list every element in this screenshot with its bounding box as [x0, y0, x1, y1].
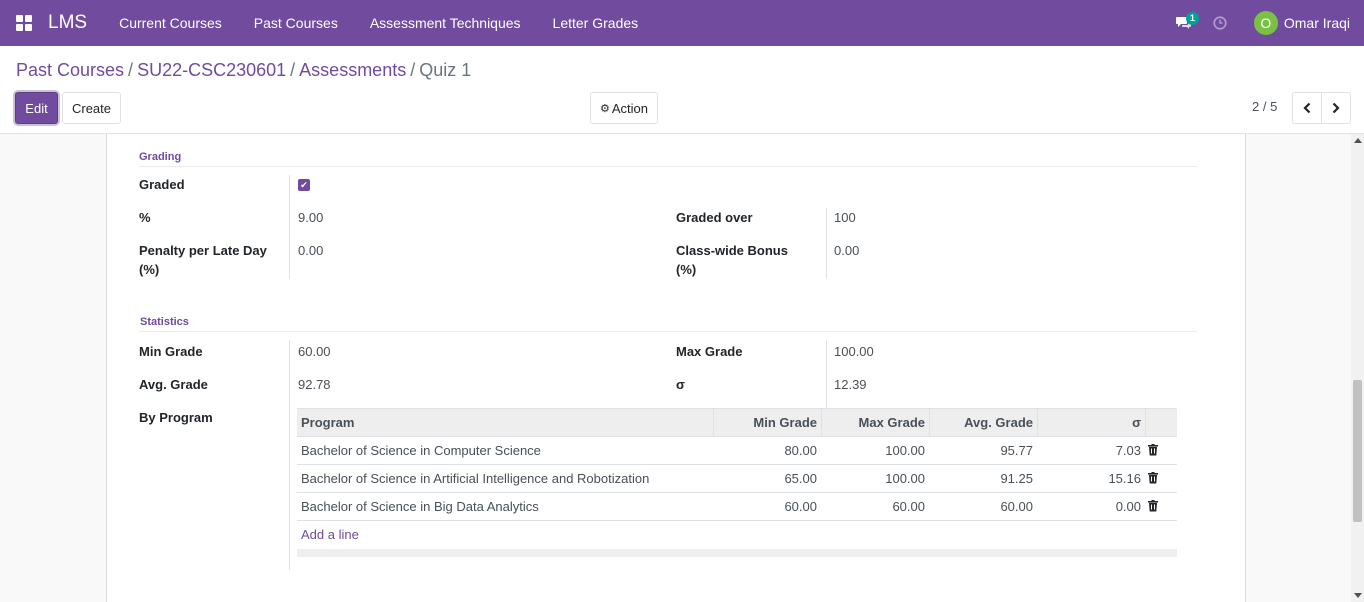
sigma-value: 12.39: [834, 377, 867, 392]
min-grade-cell: 80.00: [784, 443, 817, 458]
breadcrumb: Past Courses / SU22-CSC230601 / Assessme…: [16, 60, 471, 81]
field-divider: [289, 340, 290, 570]
pager-previous-button[interactable]: [1292, 92, 1322, 124]
activity-button[interactable]: [1202, 0, 1238, 46]
clock-icon: [1213, 16, 1227, 30]
by-program-label: By Program: [139, 410, 213, 425]
breadcrumb-assessments[interactable]: Assessments: [299, 60, 406, 81]
gear-icon: ⚙: [599, 102, 610, 115]
min-grade-value: 60.00: [298, 344, 331, 359]
menu-current-courses[interactable]: Current Courses: [103, 0, 238, 46]
min-grade-cell: 65.00: [784, 471, 817, 486]
create-button[interactable]: Create: [62, 92, 121, 124]
program-cell: Bachelor of Science in Artificial Intell…: [301, 471, 650, 486]
group-divider: [139, 166, 1197, 167]
breadcrumb-separator: /: [290, 60, 296, 80]
apps-menu-icon[interactable]: [0, 0, 48, 46]
max-grade-cell: 100.00: [885, 471, 925, 486]
max-grade-value: 100.00: [834, 344, 874, 359]
sigma-cell: 7.03: [1115, 443, 1141, 458]
scrollbar[interactable]: [1351, 134, 1364, 602]
avg-grade-cell: 95.77: [1000, 443, 1033, 458]
bonus-label: Class-wide Bonus (%): [676, 243, 788, 277]
graded-over-value[interactable]: 100: [834, 208, 856, 227]
graded-over-label: Graded over: [676, 210, 753, 225]
pager-next-button[interactable]: [1321, 92, 1351, 124]
percent-value[interactable]: 9.00: [298, 208, 323, 227]
chevron-left-icon: [1303, 102, 1311, 114]
penalty-label: Penalty per Late Day (%): [139, 243, 267, 277]
menu-past-courses[interactable]: Past Courses: [238, 0, 354, 46]
sigma-cell: 15.16: [1108, 471, 1141, 486]
table-row[interactable]: Bachelor of Science in Computer Science …: [297, 437, 1177, 465]
edit-button[interactable]: Edit: [15, 92, 58, 124]
app-brand[interactable]: LMS: [48, 12, 87, 34]
avg-grade-label: Avg. Grade: [139, 377, 208, 392]
min-grade-label: Min Grade: [139, 344, 203, 359]
scroll-down-arrow-icon[interactable]: [1354, 593, 1362, 598]
sigma-label: σ: [676, 377, 685, 392]
user-menu[interactable]: O Omar Iraqi: [1238, 0, 1364, 46]
top-navbar: LMS Current Courses Past Courses Assessm…: [0, 0, 1364, 46]
field-divider: [826, 340, 827, 408]
trash-icon[interactable]: [1148, 444, 1158, 456]
breadcrumb-separator: /: [410, 60, 416, 80]
message-count-badge: 1: [1185, 12, 1199, 25]
grading-group-title: Grading: [139, 151, 182, 163]
scroll-up-arrow-icon[interactable]: [1354, 138, 1362, 143]
breadcrumb-past-courses[interactable]: Past Courses: [16, 60, 124, 81]
action-label: Action: [611, 100, 648, 116]
control-panel: Past Courses / SU22-CSC230601 / Assessme…: [0, 46, 1364, 134]
statistics-group-title: Statistics: [140, 316, 189, 328]
program-cell: Bachelor of Science in Big Data Analytic…: [301, 499, 539, 514]
avatar: O: [1253, 11, 1278, 35]
program-table: Program Min Grade Max Grade Avg. Grade σ…: [297, 408, 1177, 557]
max-grade-cell: 100.00: [885, 443, 925, 458]
form-sheet: Grading Graded ✔ % 9.00 Graded over 100 …: [106, 134, 1246, 602]
program-cell: Bachelor of Science in Computer Science: [301, 443, 541, 458]
field-divider: [289, 175, 290, 279]
bonus-value[interactable]: 0.00: [834, 241, 859, 260]
column-max-grade[interactable]: Max Grade: [821, 409, 925, 437]
pager-value[interactable]: 2 / 5: [1252, 99, 1277, 114]
percent-label: %: [139, 210, 151, 225]
scrollbar-thumb[interactable]: [1353, 380, 1362, 522]
field-divider: [826, 208, 827, 279]
messaging-button[interactable]: 1: [1166, 0, 1202, 46]
trash-icon[interactable]: [1148, 500, 1158, 512]
breadcrumb-course[interactable]: SU22-CSC230601: [137, 60, 286, 81]
avg-grade-cell: 91.25: [1000, 471, 1033, 486]
penalty-value[interactable]: 0.00: [298, 241, 323, 260]
sigma-cell: 0.00: [1115, 499, 1141, 514]
avg-grade-cell: 60.00: [1000, 499, 1033, 514]
max-grade-label: Max Grade: [676, 344, 743, 359]
chevron-right-icon: [1332, 102, 1340, 114]
avg-grade-value: 92.78: [298, 377, 331, 392]
user-name: Omar Iraqi: [1283, 15, 1350, 31]
table-row[interactable]: Bachelor of Science in Big Data Analytic…: [297, 493, 1177, 521]
graded-checkbox[interactable]: ✔: [298, 179, 310, 191]
breadcrumb-current: Quiz 1: [419, 60, 472, 80]
table-row[interactable]: Bachelor of Science in Artificial Intell…: [297, 465, 1177, 493]
column-min-grade[interactable]: Min Grade: [713, 409, 817, 437]
breadcrumb-separator: /: [128, 60, 134, 80]
column-sigma[interactable]: σ: [1037, 409, 1141, 437]
menu-letter-grades[interactable]: Letter Grades: [537, 0, 655, 46]
table-header: Program Min Grade Max Grade Avg. Grade σ: [297, 408, 1177, 437]
table-footer: [297, 549, 1177, 557]
max-grade-cell: 60.00: [892, 499, 925, 514]
graded-label: Graded: [139, 177, 185, 192]
menu-assessment-techniques[interactable]: Assessment Techniques: [354, 0, 537, 46]
action-button[interactable]: ⚙ Action: [590, 92, 658, 124]
column-avg-grade[interactable]: Avg. Grade: [929, 409, 1033, 437]
trash-icon[interactable]: [1148, 472, 1158, 484]
column-divider: [1145, 409, 1146, 437]
column-program[interactable]: Program: [301, 409, 354, 437]
add-a-line-link[interactable]: Add a line: [297, 521, 1177, 549]
group-divider: [139, 331, 1197, 332]
min-grade-cell: 60.00: [784, 499, 817, 514]
